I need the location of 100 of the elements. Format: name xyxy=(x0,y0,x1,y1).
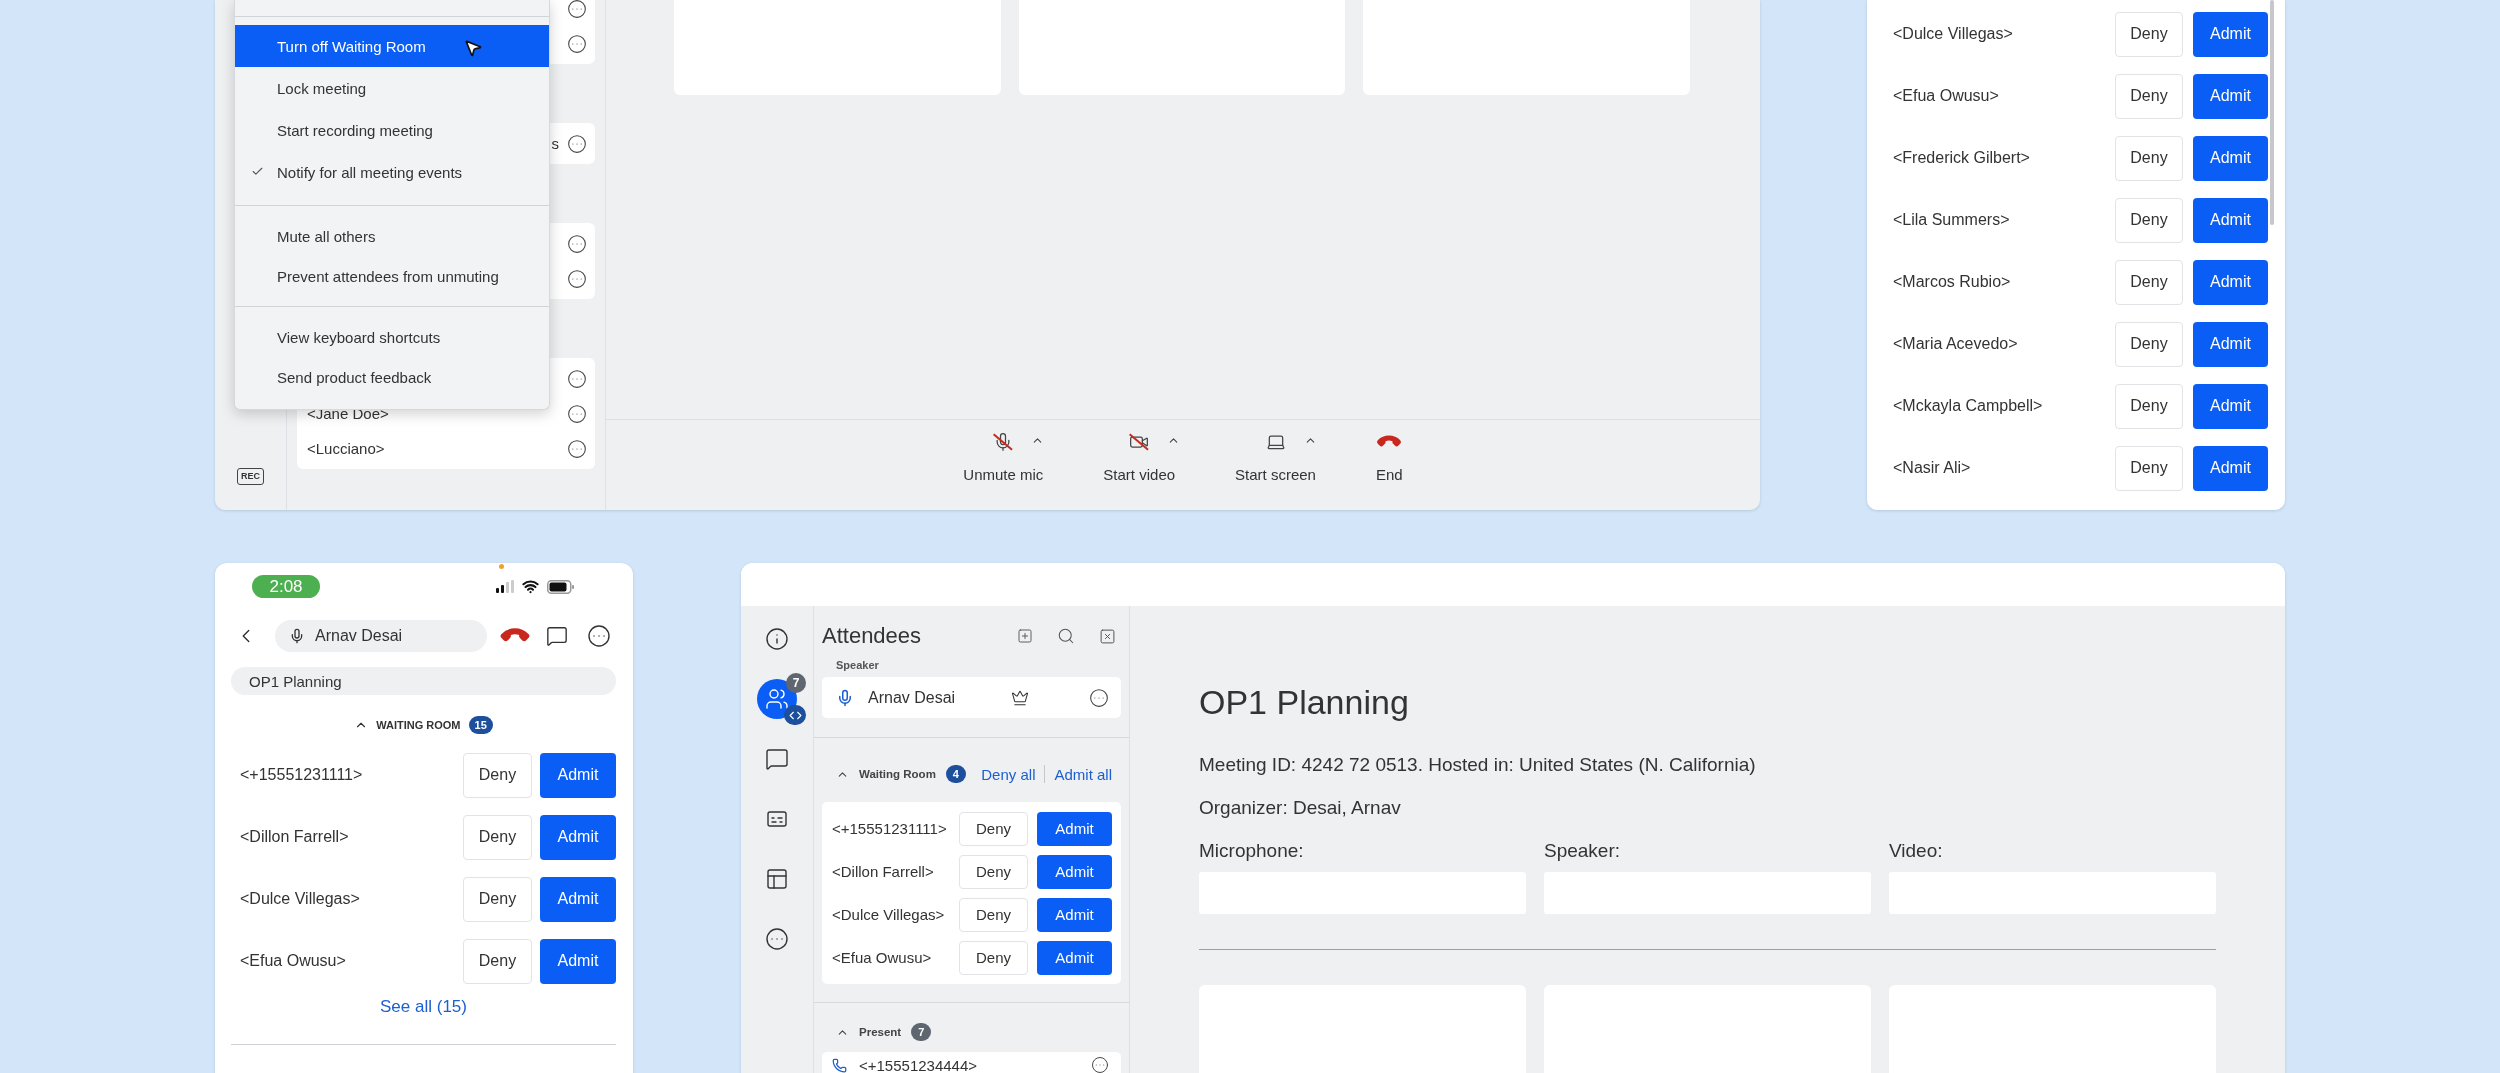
menu-item[interactable]: Send product feedback xyxy=(235,357,549,397)
section-heading: WAITING ROOM xyxy=(376,719,461,731)
deny-button[interactable]: Deny xyxy=(463,876,532,922)
admit-all-link[interactable]: Admit all xyxy=(1054,765,1112,783)
deny-button[interactable]: Deny xyxy=(2115,197,2183,243)
menu-item[interactable]: Turn off Waiting Room xyxy=(235,25,549,67)
deny-button[interactable]: Deny xyxy=(463,814,532,860)
admit-button[interactable]: Admit xyxy=(2193,73,2268,119)
deny-button[interactable]: Deny xyxy=(2115,321,2183,367)
attendee-name: <Nasir Ali> xyxy=(1893,459,1972,477)
attendee-name: <Lucciano> xyxy=(307,440,385,457)
field-label: Microphone: xyxy=(1199,839,1305,863)
see-all-link[interactable]: See all (15) xyxy=(231,997,616,1017)
search-icon[interactable] xyxy=(1057,627,1075,645)
more-icon[interactable] xyxy=(567,268,587,289)
people-icon xyxy=(765,687,789,711)
more-icon[interactable] xyxy=(567,438,587,459)
info-icon xyxy=(765,627,789,651)
close-icon[interactable] xyxy=(1099,627,1116,645)
admit-button[interactable]: Admit xyxy=(1037,940,1112,975)
admit-button[interactable]: Admit xyxy=(2193,135,2268,181)
admit-button[interactable]: Admit xyxy=(2193,11,2268,57)
deny-button[interactable]: Deny xyxy=(463,752,532,798)
deny-button[interactable]: Deny xyxy=(2115,445,2183,491)
deny-button[interactable]: Deny xyxy=(959,811,1028,846)
deny-button[interactable]: Deny xyxy=(959,854,1028,889)
attendee-name: <Maria Acevedo> xyxy=(1893,335,2019,353)
caller-pill[interactable]: Arnav Desai xyxy=(275,620,487,652)
count-badge: 15 xyxy=(468,716,493,734)
chat-icon[interactable] xyxy=(546,625,568,647)
battery-icon xyxy=(547,579,575,594)
add-icon[interactable] xyxy=(1017,628,1033,644)
admit-button[interactable]: Admit xyxy=(540,876,616,922)
meeting-info: Meeting ID: 4242 72 0513. Hosted in: United States (N. California) xyxy=(1199,753,1757,777)
attendee-name: <Dulce Villegas> xyxy=(832,906,946,923)
admit-button[interactable]: Admit xyxy=(540,938,616,984)
admit-button[interactable]: Admit xyxy=(1037,897,1112,932)
admit-button[interactable]: Admit xyxy=(2193,259,2268,305)
admit-button[interactable]: Admit xyxy=(2193,197,2268,243)
admit-button[interactable]: Admit xyxy=(2193,445,2268,491)
menu-item[interactable]: Start recording meeting xyxy=(235,109,549,151)
check-icon xyxy=(251,165,264,178)
admit-button[interactable]: Admit xyxy=(1037,811,1112,846)
admit-button[interactable]: Admit xyxy=(540,814,616,860)
more-icon[interactable] xyxy=(1089,687,1109,708)
more-icon[interactable] xyxy=(1091,1056,1109,1073)
toolbar-button[interactable]: Unmute mic xyxy=(963,466,1044,483)
attendee-name: <Dulce Villegas> xyxy=(240,890,361,908)
count-badge: 4 xyxy=(945,765,966,783)
mic-icon xyxy=(289,628,305,644)
admit-button[interactable]: Admit xyxy=(2193,383,2268,429)
organizer-text: Organizer: Desai, Arnav xyxy=(1199,796,1402,820)
wifi-icon xyxy=(522,578,539,595)
menu-item[interactable]: Notify for all meeting events xyxy=(235,151,549,193)
attendee-name: <Efua Owusu> xyxy=(240,952,347,970)
menu-item[interactable]: Prevent attendees from unmuting xyxy=(235,256,549,296)
deny-button[interactable]: Deny xyxy=(2115,259,2183,305)
deny-button[interactable]: Deny xyxy=(2115,73,2183,119)
deny-button[interactable]: Deny xyxy=(2115,383,2183,429)
deny-button[interactable]: Deny xyxy=(959,940,1028,975)
admit-button[interactable]: Admit xyxy=(1037,854,1112,889)
muted-mic-icon xyxy=(993,432,1014,452)
recording-indicator[interactable]: REC xyxy=(237,468,264,485)
menu-item[interactable]: Mute all others xyxy=(235,216,549,256)
deny-button[interactable]: Deny xyxy=(959,897,1028,932)
panel-title: Attendees xyxy=(822,623,922,649)
attendee-name: <+15551231111> xyxy=(240,766,364,784)
attendee-name: Arnav Desai xyxy=(868,688,957,707)
more-icon[interactable] xyxy=(567,233,587,254)
deny-button[interactable]: Deny xyxy=(463,938,532,984)
toolbar-button[interactable]: Start video xyxy=(1103,466,1176,483)
menu-item[interactable]: View keyboard shortcuts xyxy=(235,317,549,357)
attendee-name: <Efua Owusu> xyxy=(1893,87,2000,105)
count-badge: 7 xyxy=(911,1023,932,1041)
more-icon xyxy=(765,927,789,951)
crown-icon xyxy=(1011,688,1029,707)
deny-all-link[interactable]: Deny all xyxy=(981,765,1036,783)
field-label: Video: xyxy=(1889,839,1944,863)
deny-button[interactable]: Deny xyxy=(2115,11,2183,57)
attendee-name: <Efua Owusu> xyxy=(832,949,933,966)
toolbar-button[interactable]: End xyxy=(1375,466,1403,483)
toolbar-button[interactable]: Start screen xyxy=(1235,466,1316,483)
attendee-name: <Dulce Villegas> xyxy=(1893,25,2014,43)
attendee-name: <Frederick Gilbert> xyxy=(1893,149,2031,167)
privacy-dot-icon xyxy=(499,564,504,569)
more-icon[interactable] xyxy=(567,133,587,154)
attendee-name: <Lila Summers> xyxy=(1893,211,2011,229)
menu-item[interactable]: Lock meeting xyxy=(235,67,549,109)
attendee-name: <Marcos Rubio> xyxy=(1893,273,2012,291)
more-icon[interactable] xyxy=(567,0,587,19)
admit-button[interactable]: Admit xyxy=(2193,321,2268,367)
admit-button[interactable]: Admit xyxy=(540,752,616,798)
attendee-name: <+15551231111> xyxy=(832,820,948,837)
attendee-name: <+15551234444> xyxy=(859,1056,979,1073)
more-icon[interactable] xyxy=(587,624,611,648)
deny-button[interactable]: Deny xyxy=(2115,135,2183,181)
more-icon[interactable] xyxy=(567,368,587,389)
more-icon[interactable] xyxy=(567,33,587,54)
scrollbar[interactable] xyxy=(2270,0,2274,225)
more-icon[interactable] xyxy=(567,403,587,424)
